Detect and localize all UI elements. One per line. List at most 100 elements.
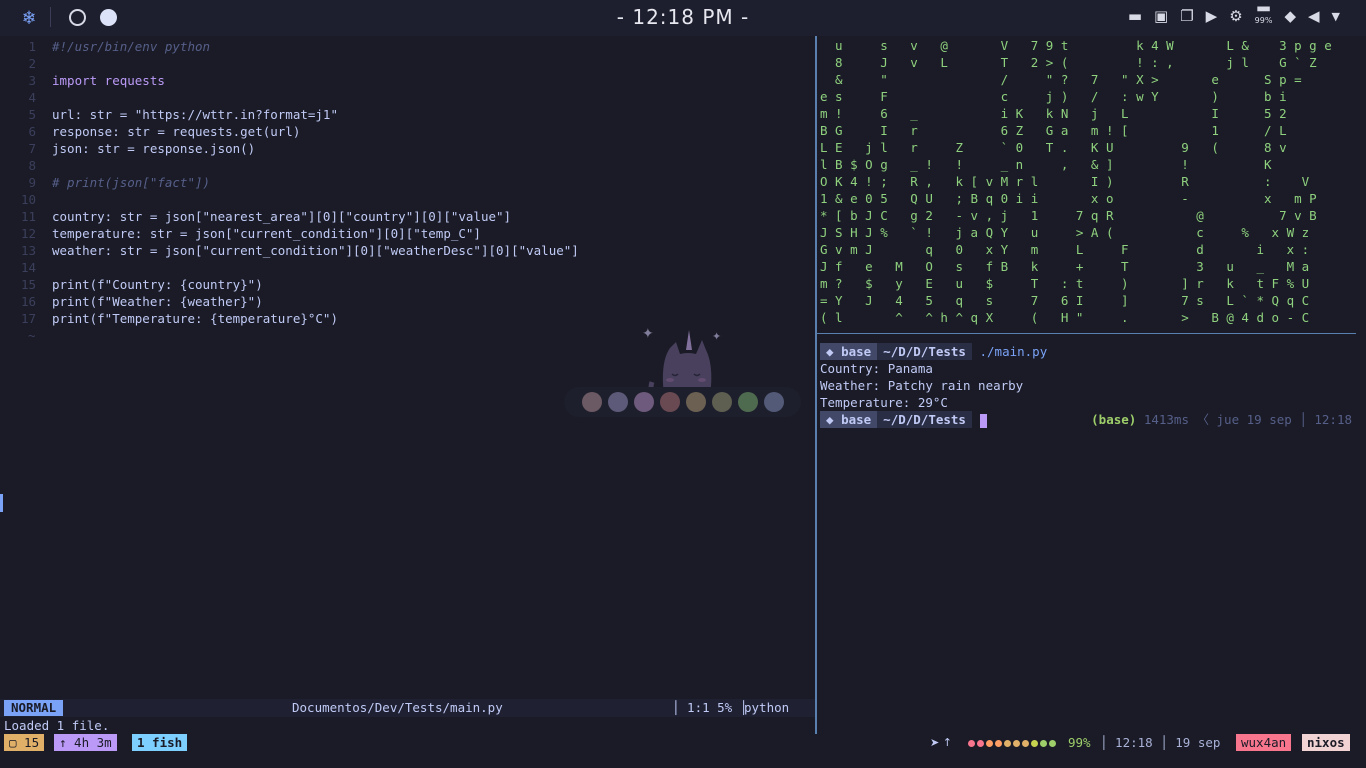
uptime-badge: ↑ 4h 3m — [54, 734, 117, 751]
battery-percent: 99% — [1254, 16, 1273, 25]
clipboard-icon[interactable]: ❐ — [1180, 7, 1193, 25]
matrix-row: m ? $ y E u $ T : t ) ] r k t F % U — [820, 276, 1310, 291]
output-line: Weather: Patchy rain nearby — [820, 378, 1024, 393]
line-number: 15 — [20, 277, 36, 292]
matrix-row: L E j l r Z ` 0 T . K U 9 ( 8 v — [820, 140, 1287, 155]
window-tab-fish[interactable]: 1 fish — [132, 734, 188, 751]
right-info: 1413ms 〈 jue 19 sep │ 12:18 — [1143, 412, 1352, 427]
palette-swatch — [685, 392, 706, 412]
scroll-indicator — [0, 494, 3, 512]
terminal-icon[interactable]: ▣ — [1154, 7, 1168, 25]
neovim-editor[interactable]: 1 #!/usr/bin/env python 2 3 import request… — [0, 36, 815, 700]
matrix-row: e s F c j ) / : w Y ) b i — [820, 89, 1287, 104]
matrix-row: & " / " ? 7 " X > e S p = — [820, 72, 1302, 87]
code-text: country: str = json["nearest_area"][0]["… — [52, 209, 512, 224]
matrix-row: O K 4 ! ; R , k [ v M r l I ) R : V — [820, 174, 1310, 189]
env-name: base — [841, 344, 872, 359]
line-number: 11 — [20, 209, 36, 224]
top-panel: ❄ - 12:18 PM - ▬ ▣ ❐ ▶ ⚙ ▀▀ 99% ◆ ◀ ▼ — [0, 0, 1366, 36]
matrix-row: B G I r 6 Z G a m ! [ 1 / L — [820, 123, 1287, 138]
battery-icon[interactable]: ▀▀ 99% — [1255, 7, 1273, 25]
pane-divider-horizontal[interactable] — [817, 333, 1356, 334]
battery-dot — [1040, 740, 1047, 747]
svg-text:✦: ✦ — [642, 326, 654, 342]
filetype: python — [744, 700, 790, 715]
matrix-row: u s v @ V 7 9 t k 4 W L & 3 p g e — [820, 38, 1332, 53]
line-number: 1 — [28, 39, 36, 54]
line-number: 9 — [28, 175, 36, 190]
matrix-row: 8 J v L T 2 > ( ! : , j l G ` Z — [820, 55, 1317, 70]
matrix-row: 1 & e 0 5 Q U ; B q 0 i i x o - x m P — [820, 191, 1317, 206]
code-text: import requests — [52, 73, 165, 88]
username-badge: wux4an — [1236, 734, 1292, 751]
env-name: base — [841, 412, 872, 427]
terminal-pane[interactable]: ◆ base ~/D/D/Tests ./main.py Country: Pan… — [820, 343, 1360, 428]
battery-dot — [1004, 740, 1011, 747]
pane-divider-vertical[interactable] — [815, 36, 817, 734]
vim-command-line[interactable]: Loaded 1 file. — [4, 717, 109, 734]
matrix-row: * [ b J C g 2 - v , j 1 7 q R @ 7 v B — [820, 208, 1317, 223]
output-line: Country: Panama — [820, 361, 933, 376]
matrix-row: ( l ^ ^ h ^ q X ( H " . > B @ 4 d o - C — [820, 310, 1310, 325]
line-number: 2 — [28, 56, 36, 71]
code-text: #!/usr/bin/env python — [52, 39, 211, 54]
battery-dot — [968, 740, 975, 747]
media-play-icon[interactable]: ▶ — [1206, 7, 1218, 25]
palette-swatch — [607, 392, 628, 412]
matrix-row: J f e M O s f B k + T 3 u _ M a — [820, 259, 1310, 274]
wifi-icon[interactable]: ◆ — [1284, 7, 1296, 25]
line-number: 6 — [28, 124, 36, 139]
text-cursor[interactable] — [979, 413, 987, 428]
code-text: url: str = "https://wttr.in?format=j1" — [52, 107, 338, 122]
code-text: print(f"Weather: {weather}") — [52, 294, 263, 309]
settings-gear-icon[interactable]: ⚙ — [1229, 7, 1242, 25]
output-line: Temperature: 29°C — [820, 395, 948, 410]
line-number: 5 — [28, 107, 36, 122]
tmux-status-bar: ▢ 15 ↑ 4h 3m 1 fish ➤ ↑ 99% │ 12:18 │ 19… — [0, 734, 1366, 752]
matrix-row: = Y J 4 5 q s 7 6 I ] 7 s L ` * Q q C — [820, 293, 1310, 308]
line-number: 3 — [28, 73, 36, 88]
volume-icon[interactable]: ◀ — [1308, 7, 1320, 25]
code-text: print(f"Temperature: {temperature}°C") — [52, 311, 338, 326]
battery-dot — [995, 740, 1002, 747]
palette-swatch — [633, 392, 654, 412]
window-icon[interactable]: ▬ — [1128, 7, 1142, 25]
palette-swatch — [581, 392, 602, 412]
battery-dot — [1013, 740, 1020, 747]
line-number: 12 — [20, 226, 36, 241]
prompt-line: ◆ base ~/D/D/Tests ./main.py — [820, 343, 1360, 360]
code-text: weather: str = json["current_condition"]… — [52, 243, 579, 258]
line-number: 10 — [20, 192, 36, 207]
battery-dot — [1031, 740, 1038, 747]
code-text: print(f"Country: {country}") — [52, 277, 263, 292]
hostname-badge: nixos — [1302, 734, 1350, 751]
battery-dot — [986, 740, 993, 747]
cursor-position: │ 1:1 5% │ — [672, 700, 748, 715]
session-badge[interactable]: ▢ 15 — [4, 734, 45, 751]
matrix-row: G v m J q 0 x Y m L F d i x : — [820, 242, 1310, 257]
battery-dot — [1022, 740, 1029, 747]
line-number: 4 — [28, 90, 36, 105]
matrix-rain-pane[interactable]: u s v @ V 7 9 t k 4 W L & 3 p g e 8 J v … — [820, 37, 1360, 326]
battery-level: 99% — [1068, 735, 1091, 750]
palette-swatch — [737, 392, 758, 412]
matrix-row: m ! 6 _ i K k N j L I 5 2 — [820, 106, 1287, 121]
vim-mode-indicator: NORMAL — [4, 700, 64, 716]
line-number: 16 — [20, 294, 36, 309]
code-text: response: str = requests.get(url) — [52, 124, 301, 139]
tilde-marker: ~ — [28, 328, 36, 343]
cwd-badge: ~/D/D/Tests — [877, 343, 972, 360]
chevron-down-icon[interactable]: ▼ — [1332, 10, 1340, 23]
code-text: # print(json["fact"]) — [52, 175, 211, 190]
right-prompt: (base) 1413ms 〈 jue 19 sep │ 12:18 — [1091, 411, 1352, 428]
line-number: 17 — [20, 311, 36, 326]
line-number: 7 — [28, 141, 36, 156]
cwd-badge: ~/D/D/Tests — [877, 411, 972, 428]
conda-env-badge: ◆ base — [820, 411, 878, 428]
code-text: temperature: str = json["current_conditi… — [52, 226, 481, 241]
line-number: 8 — [28, 158, 36, 173]
command-text: ./main.py — [979, 344, 1048, 359]
palette-swatch — [711, 392, 732, 412]
time-date: │ 12:18 │ 19 sep — [1100, 735, 1221, 750]
cursor-arrow-icon: ➤ ↑ — [930, 736, 952, 749]
